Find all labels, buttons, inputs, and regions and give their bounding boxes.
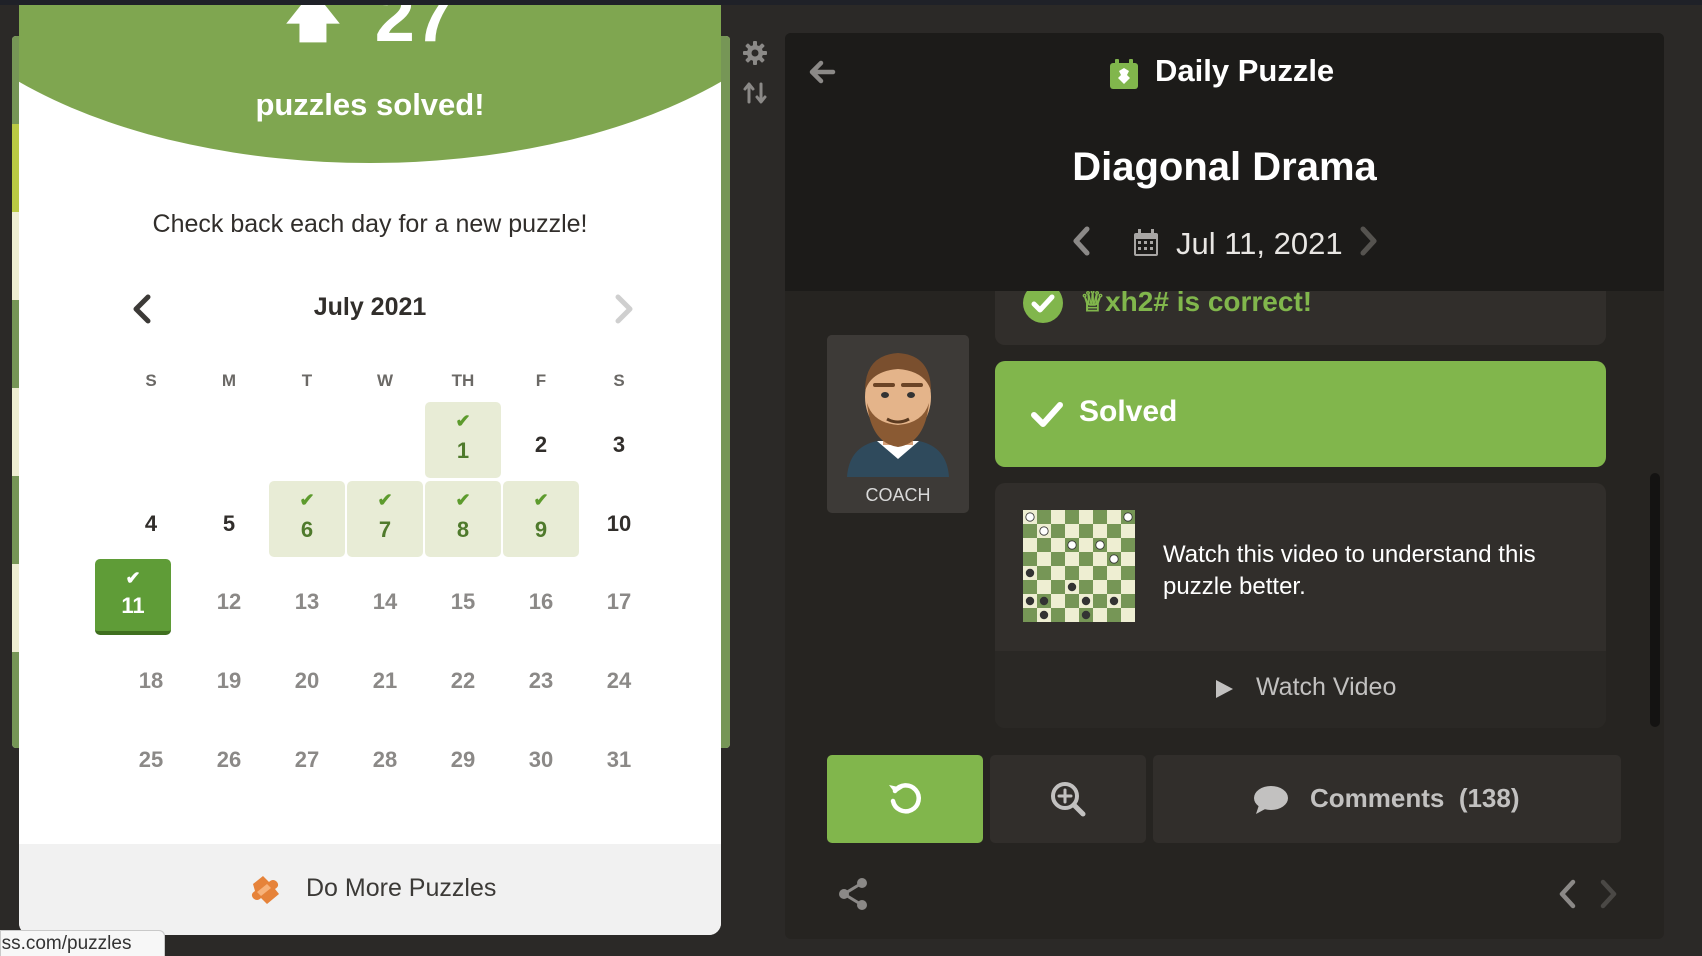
gear-icon[interactable] — [742, 40, 768, 66]
calendar-day-solved[interactable]: ✔ 1 — [425, 402, 501, 478]
coach-label: COACH — [865, 485, 931, 505]
weekday-label: TH — [451, 371, 475, 390]
status-url-tooltip: ess.com/puzzles — [0, 930, 165, 956]
solved-label: Solved — [1079, 395, 1178, 428]
play-icon — [1216, 680, 1233, 698]
flip-board-icon[interactable] — [742, 80, 768, 106]
puzzle-panel: Daily Puzzle Diagonal Drama Jul 11, 2021… — [785, 33, 1664, 939]
calendar-day-solved[interactable]: ✔ 7 — [347, 481, 423, 557]
check-icon: ✔ — [455, 411, 471, 431]
next-puzzle-icon[interactable] — [1595, 876, 1621, 912]
comments-button[interactable]: Comments (138) — [1153, 755, 1621, 843]
comment-bubble-icon — [1254, 786, 1288, 814]
video-card: Watch this video to understand this puzz… — [995, 483, 1606, 728]
puzzle-piece-icon — [251, 876, 279, 904]
calendar-day: 13 — [294, 589, 320, 614]
calendar-day[interactable]: 4 — [113, 481, 189, 557]
comments-label: Comments (138) — [1310, 783, 1520, 813]
calendar-day: 25 — [138, 747, 164, 772]
calendar-day[interactable]: 3 — [581, 402, 657, 478]
prev-date-icon[interactable] — [1067, 221, 1097, 261]
calendar-day[interactable]: 10 — [581, 481, 657, 557]
check-circle-icon — [1023, 291, 1063, 323]
next-date-icon[interactable] — [1353, 221, 1383, 261]
check-icon: ✔ — [533, 490, 549, 510]
calendar-header: July 2021 — [19, 289, 721, 329]
magnifier-icon — [1051, 782, 1086, 817]
calendar-day: 26 — [216, 747, 242, 772]
calendar-day: 31 — [606, 747, 632, 772]
retry-button[interactable] — [827, 755, 983, 843]
comments-count: (138) — [1458, 783, 1520, 813]
next-month-button — [603, 289, 643, 329]
do-more-puzzles-button[interactable]: Do More Puzzles — [19, 844, 721, 935]
weekday-label: W — [376, 371, 394, 390]
calendar-day: 16 — [528, 589, 554, 614]
check-icon: ✔ — [125, 568, 141, 588]
calendar-day: 28 — [372, 747, 398, 772]
weekday-label: S — [145, 371, 157, 390]
calendar-day-solved[interactable]: ✔ 9 — [503, 481, 579, 557]
solved-count-value: 27 — [374, 5, 455, 57]
solved-label: puzzles solved! — [255, 87, 485, 122]
calendar-day: 19 — [216, 668, 242, 693]
calendar-day: 22 — [450, 668, 476, 693]
calendar-day[interactable]: 2 — [503, 402, 579, 478]
solved-banner: Solved — [995, 361, 1606, 467]
calendar-day: 14 — [372, 589, 398, 614]
check-icon — [1031, 402, 1063, 427]
share-icon[interactable] — [835, 876, 871, 912]
calendar-day: 24 — [606, 668, 632, 693]
retry-icon — [889, 783, 921, 814]
video-thumbnail[interactable] — [1023, 510, 1135, 622]
calendar-day-solved[interactable]: ✔ 6 — [269, 481, 345, 557]
back-arrow-icon[interactable] — [805, 55, 839, 89]
arrow-up-icon: 🡅 — [285, 5, 341, 47]
calendar-day: 15 — [450, 589, 476, 614]
calendar-day: 12 — [216, 589, 242, 614]
coach-avatar — [827, 335, 969, 477]
calendar-day-solved[interactable]: ✔ 8 — [425, 481, 501, 557]
check-icon: ✔ — [299, 490, 315, 510]
puzzle-name: Diagonal Drama — [1072, 145, 1377, 189]
calendar-day: 23 — [528, 668, 554, 693]
weekday-label: S — [613, 371, 625, 390]
check-back-text: Check back each day for a new puzzle! — [152, 210, 588, 238]
calendar-day[interactable]: 5 — [191, 481, 267, 557]
solved-count: 🡅 27 — [19, 5, 721, 57]
prev-puzzle-icon[interactable] — [1555, 876, 1581, 912]
coach-card: COACH — [827, 335, 969, 513]
chevron-right-icon — [615, 294, 633, 324]
calendar-day-today[interactable]: ✔ 11 — [95, 559, 171, 635]
calendar-day: 18 — [138, 668, 164, 693]
check-icon: ✔ — [377, 490, 393, 510]
calendar-day: 20 — [294, 668, 320, 693]
calendar-day: 27 — [294, 747, 320, 772]
calendar-day: 30 — [528, 747, 554, 772]
calendar-day: 29 — [450, 747, 476, 772]
calendar-icon — [1134, 229, 1158, 256]
weekday-label: T — [301, 371, 313, 390]
watch-video-label: Watch Video — [1256, 673, 1397, 701]
daily-puzzle-modal: 🡅 27 puzzles solved! Check back each day … — [19, 5, 721, 935]
daily-puzzle-title: Daily Puzzle — [1155, 53, 1335, 88]
scrollbar[interactable] — [1650, 473, 1660, 727]
weekday-label: M — [221, 371, 237, 390]
calendar-day: 17 — [606, 589, 632, 614]
do-more-puzzles-label: Do More Puzzles — [306, 874, 497, 902]
puzzle-date: Jul 11, 2021 — [1176, 226, 1343, 261]
daily-puzzle-icon — [1110, 59, 1138, 89]
check-icon: ✔ — [455, 490, 471, 510]
correct-move-text: ♕xh2# is correct! — [1080, 291, 1313, 317]
watch-video-button[interactable]: Watch Video — [995, 651, 1606, 728]
video-description: Watch this video to understand this puzz… — [1163, 541, 1536, 600]
calendar-day: 21 — [372, 668, 398, 693]
weekday-label: F — [535, 371, 547, 390]
analyze-button[interactable] — [990, 755, 1146, 843]
